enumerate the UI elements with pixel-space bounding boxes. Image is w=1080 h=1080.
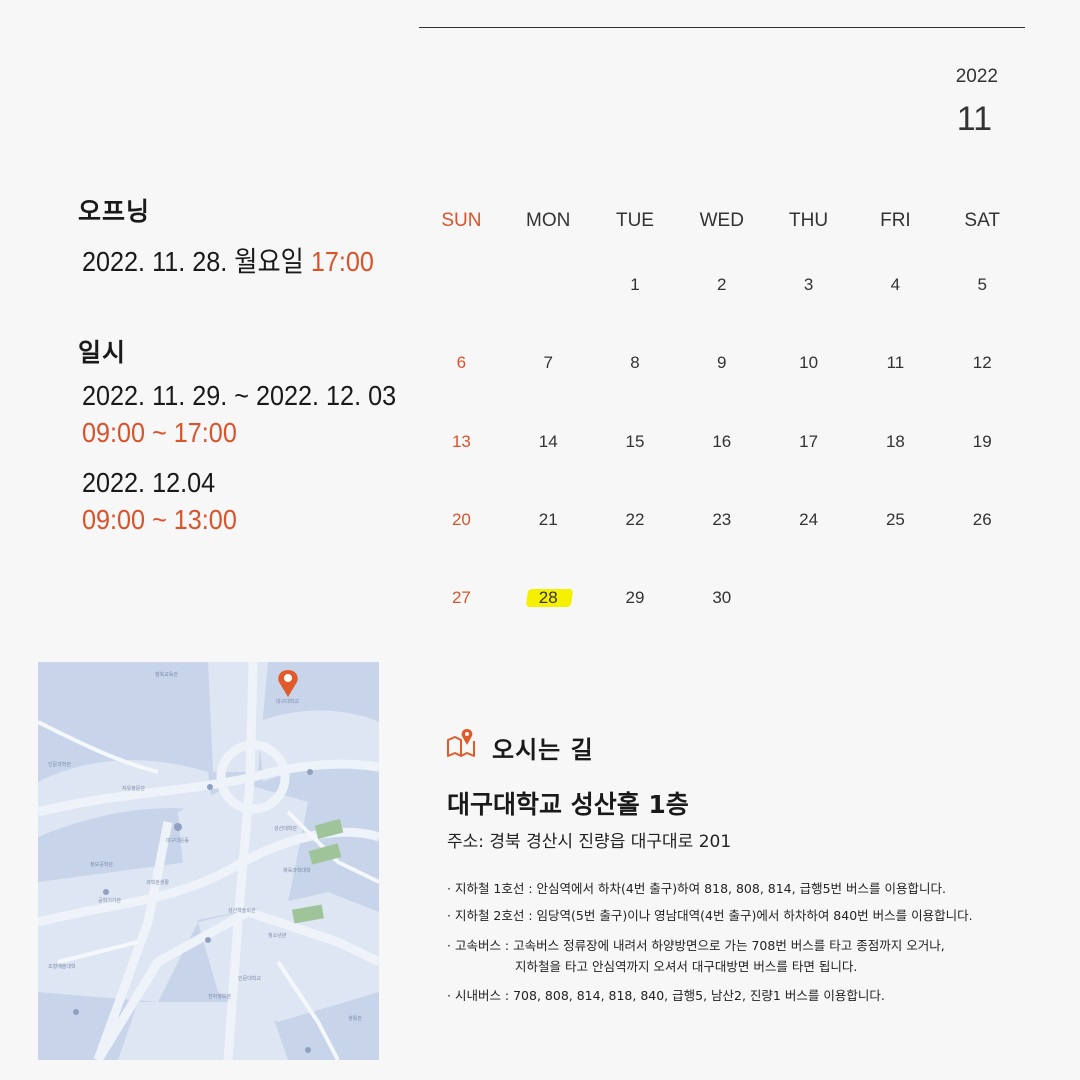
calendar-day: 9 [717,353,727,373]
svg-text:행복교육관: 행복교육관 [155,671,178,678]
direction-line: · 시내버스 : 708, 808, 814, 818, 840, 급행5, 남… [447,988,885,1003]
svg-text:공학기기관: 공학기기관 [98,897,121,904]
svg-text:대구대학교: 대구대학교 [276,698,299,705]
schedule-label: 일시 [78,338,127,367]
svg-text:전자정보관: 전자정보관 [208,993,231,1000]
calendar-day: 6 [456,353,467,373]
weekday-sun: SUN [441,210,482,231]
calendar-day: 24 [799,509,819,529]
weekday-fri: FRI [880,210,911,231]
calendar-day: 15 [625,431,645,451]
svg-text:성산학술회관: 성산학술회관 [228,907,256,914]
calendar-day: 28 [538,588,558,608]
map-book-icon [447,729,475,757]
calendar-day: 23 [712,509,732,529]
calendar-day: 2 [717,275,727,294]
opening-date: 2022. 11. 28. 월요일 [82,246,311,277]
calendar-day: 8 [630,353,640,373]
calendar-day: 14 [538,431,558,451]
svg-text:성산대학관: 성산대학관 [274,825,297,832]
svg-text:정보공학관: 정보공학관 [90,861,113,868]
calendar-year: 2022 [955,66,998,87]
opening-label: 오프닝 [78,197,151,226]
map-graphic: 행복교육관 인문과학관 자유창문관 대구대운동 정보공학관 과학관생활 공학기기… [38,662,379,1060]
calendar-day: 4 [890,275,901,294]
calendar-day: 16 [712,431,732,451]
venue-address: 주소: 경북 경산시 진량읍 대구대로 201 [447,832,732,852]
directions-title: 오시는 길 [492,736,594,764]
calendar-day: 18 [885,431,905,451]
period2-dates: 2022. 12.04 [82,467,216,498]
weekday-tue: TUE [615,210,654,231]
svg-text:생활관: 생활관 [348,1015,362,1022]
calendar-day: 30 [712,588,732,608]
svg-text:대구대운동: 대구대운동 [166,837,189,844]
direction-line: · 지하철 2호선 : 임당역(5번 출구)이나 영남대역(4번 출구)에서 하… [447,908,973,923]
direction-line: · 고속버스 : 고속버스 정류장에 내려서 하양방면으로 가는 708번 버스… [447,938,945,953]
calendar-day: 22 [625,509,645,529]
venue-name: 대구대학교 성산홀 1층 [447,790,689,819]
calendar-day: 10 [799,353,819,373]
calendar-day: 26 [972,509,992,529]
calendar-day: 12 [972,353,992,373]
calendar-day: 27 [451,588,471,608]
period2-time: 09:00 ~ 13:00 [82,504,237,535]
svg-text:체육과학대학: 체육과학대학 [283,867,311,874]
calendar-month: 11 [956,100,992,138]
svg-text:청소년관: 청소년관 [268,932,287,939]
opening-datetime: 2022. 11. 28. 월요일 17:00 [82,240,374,280]
calendar-day: 1 [630,275,640,294]
top-divider [419,27,1025,28]
calendar-day: 19 [972,431,992,451]
period1-time: 09:00 ~ 17:00 [82,417,237,448]
calendar-day: 21 [538,509,558,529]
calendar-day: 17 [799,431,819,451]
svg-text:조형예술대학: 조형예술대학 [48,963,76,970]
weekday-sat: SAT [964,210,1000,231]
campus-map[interactable]: 행복교육관 인문과학관 자유창문관 대구대운동 정보공학관 과학관생활 공학기기… [38,662,379,1060]
direction-line: · 지하철 1호선 : 안심역에서 하차(4번 출구)하여 818, 808, … [447,881,946,896]
calendar-day: 25 [885,509,905,529]
calendar-day: 5 [977,275,987,294]
direction-line: 지하철을 타고 안심역까지 오셔서 대구대방면 버스를 타면 됩니다. [515,959,858,974]
opening-time: 17:00 [310,246,374,277]
weekday-wed: WED [699,210,744,231]
calendar-day: 29 [625,588,645,608]
calendar-day: 11 [886,353,905,373]
weekday-thu: THU [789,210,829,231]
period1-dates: 2022. 11. 29. ~ 2022. 12. 03 [82,380,397,411]
calendar-day: 7 [543,353,553,373]
svg-text:과학관생활: 과학관생활 [146,879,169,886]
svg-text:자유창문관: 자유창문관 [122,785,145,792]
calendar-day: 13 [451,431,471,451]
svg-text:인문과학관: 인문과학관 [48,761,71,768]
calendar-day: 20 [451,509,471,529]
weekday-mon: MON [526,210,571,231]
svg-text:인문대학교: 인문대학교 [238,975,261,982]
calendar-day: 3 [803,275,814,294]
